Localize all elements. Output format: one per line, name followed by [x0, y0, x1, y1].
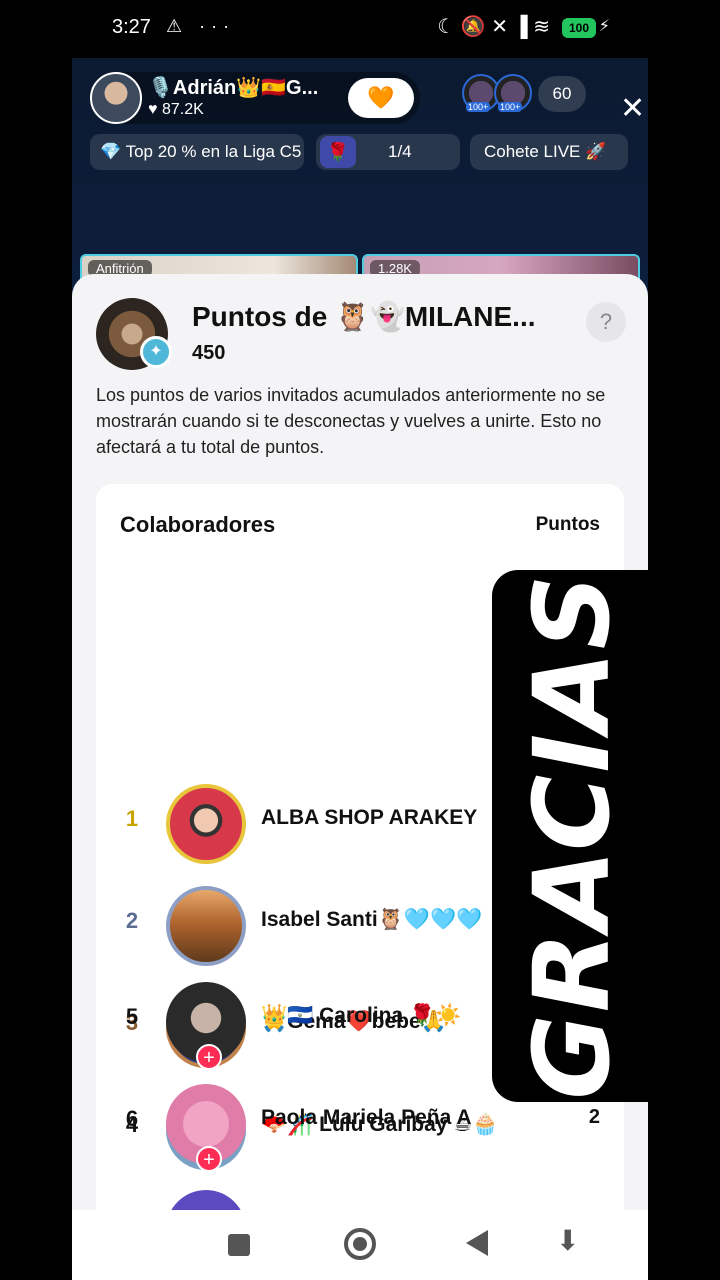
download-icon[interactable]: ⬇	[556, 1224, 579, 1257]
collaborator-name: Paola Mariela Peña A	[261, 1106, 472, 1129]
thanks-text: GRACIAS	[511, 572, 633, 1100]
collaborators-header: Colaboradores	[120, 512, 276, 537]
viewer-avatar[interactable]: 100+	[494, 74, 532, 112]
charging-icon: ⚡	[598, 18, 610, 35]
avatar[interactable]	[166, 886, 246, 966]
rose-icon: 🌹	[320, 136, 356, 168]
host-info[interactable]: 🎙️Adrián👑🇪🇸G... ♥ 87.2K 🧡 4	[90, 72, 420, 124]
help-icon[interactable]: ?	[586, 302, 626, 342]
close-icon[interactable]: ✕	[620, 94, 645, 124]
navigation-bar: ⬇	[72, 1210, 648, 1280]
collaborator-name: ALBA SHOP ARAKEY	[261, 806, 478, 829]
sheet-title: Puntos de 🦉👻MILANE...	[192, 301, 536, 332]
sheet-note: Los puntos de varios invitados acumulado…	[96, 385, 606, 457]
top-viewers[interactable]: 100+ 100+ 60	[462, 74, 586, 114]
add-friend-icon[interactable]: +	[196, 1146, 222, 1172]
home-icon[interactable]	[344, 1228, 376, 1260]
follow-count: 4	[397, 88, 404, 100]
host-likes: ♥ 87.2K	[148, 101, 204, 118]
diamond-icon: 💎	[100, 142, 122, 161]
rank-number: 2	[125, 908, 139, 933]
points-header: Puntos	[535, 514, 600, 535]
viewer-badge: 100+	[466, 102, 491, 112]
collaborator-score: 2	[588, 1106, 600, 1128]
live-top-bar: 🎙️Adrián👑🇪🇸G... ♥ 87.2K 🧡 4 100+ 100+ 60…	[90, 72, 645, 124]
verified-icon: ✦	[140, 336, 172, 368]
back-icon[interactable]	[466, 1230, 488, 1256]
rocket-label: Cohete LIVE 🚀	[484, 142, 607, 161]
screen: 3:27 ⚠ ··· ☾ 🔕 ✕ ▐ ≋ 100 ⚡ 🎙️Adrián👑🇪🇸G.…	[0, 0, 720, 1280]
system-icons: ☾ 🔕 ✕ ▐ ≋	[437, 16, 550, 38]
rank-label: 1/4	[388, 142, 412, 161]
rank-number: 1	[125, 806, 139, 831]
add-friend-icon[interactable]: +	[196, 1044, 222, 1070]
status-time: 3:27	[112, 16, 151, 38]
rank-number: 6	[125, 1106, 139, 1131]
collaborator-name: Isabel Santi🦉🩵🩵🩵	[261, 908, 483, 931]
viewer-count[interactable]: 60	[538, 76, 586, 112]
league-chip[interactable]: 💎 Top 20 % en la Liga C5	[90, 134, 304, 170]
rocket-chip[interactable]: Cohete LIVE 🚀	[470, 134, 628, 170]
battery-icon: 100	[562, 18, 596, 38]
notification-icons: ⚠ ···	[166, 16, 236, 36]
rank-chip[interactable]: 🌹 1/4	[316, 134, 460, 170]
status-bar: 3:27 ⚠ ··· ☾ 🔕 ✕ ▐ ≋ 100 ⚡	[0, 0, 720, 56]
rank-number: 5	[125, 1004, 139, 1029]
sheet-points: 450	[192, 342, 226, 364]
recents-icon[interactable]	[228, 1234, 250, 1256]
heart-icon: 🧡	[367, 85, 395, 110]
avatar[interactable]	[166, 784, 246, 864]
thanks-overlay: GRACIAS	[492, 570, 652, 1102]
viewer-badge: 100+	[498, 102, 523, 112]
host-name: 🎙️Adrián👑🇪🇸G...	[148, 77, 319, 99]
collaborator-name: 👑🇸🇻 Carolina 🌹☀️	[261, 1004, 462, 1027]
league-label: Top 20 % en la Liga C5	[125, 142, 302, 161]
host-avatar[interactable]	[90, 72, 142, 124]
follow-button[interactable]: 🧡 4	[348, 78, 414, 118]
